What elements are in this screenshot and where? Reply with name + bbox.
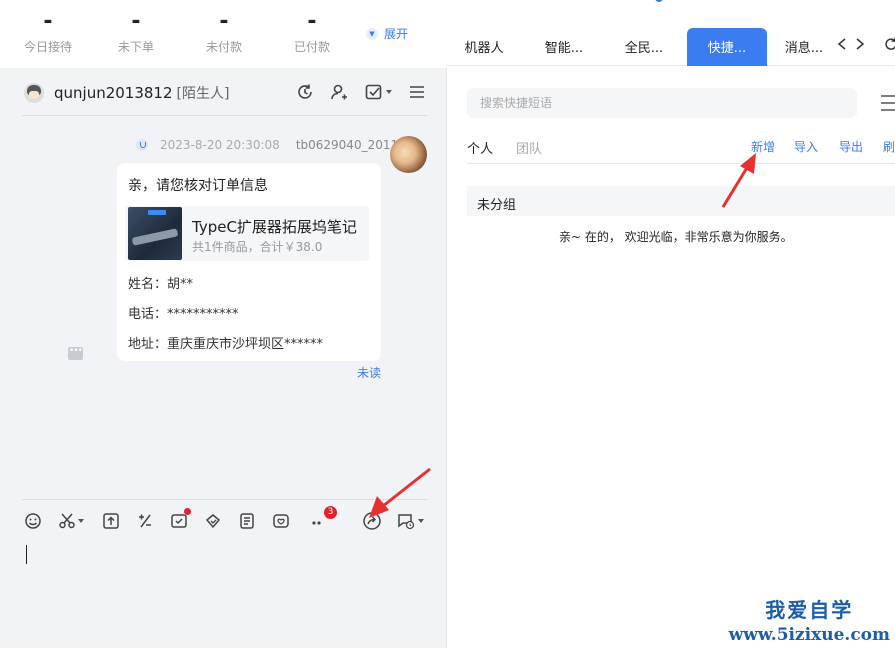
quick-phrase-search-input[interactable] — [467, 88, 857, 118]
tab-navigation — [837, 36, 895, 56]
stat-unpaid[interactable]: - 未付款 — [189, 10, 259, 55]
message-sender: tb0629040_2011 — [295, 138, 399, 152]
product-summary: 共1件商品，合计￥38.0 — [192, 240, 323, 254]
stat-today-received[interactable]: - 今日接待 — [13, 10, 83, 55]
stat-paid[interactable]: - 已付款 — [277, 10, 347, 55]
order-confirm-message: 亲，请您核对订单信息 TypeC扩展器拓展坞笔记 共1件商品，合计￥38.0 姓… — [117, 163, 381, 361]
chat-settings-icon[interactable] — [396, 510, 424, 532]
order-phone: 电话：*********** — [128, 307, 239, 322]
product-card[interactable]: TypeC扩展器拓展坞笔记 共1件商品，合计￥38.0 — [125, 206, 369, 261]
message-meta: 2023-8-20 20:30:08 tb0629040_2011 — [136, 138, 398, 152]
scissors-icon[interactable] — [58, 510, 84, 532]
stat-value: - — [307, 9, 317, 34]
more-dots-icon[interactable]: ••• — [68, 347, 83, 360]
order-name: 姓名：胡** — [128, 277, 194, 292]
phrase-scope-tabs: 个人 团队 新增 导入 导出 刷 — [467, 130, 895, 164]
tab-all[interactable]: 全民... — [619, 28, 669, 66]
watermark-cn: 我爱自学 — [765, 598, 854, 622]
tab-robot[interactable]: 机器人 — [459, 28, 509, 66]
subtab-team[interactable]: 团队 — [516, 138, 542, 157]
input-toolbar: 3 — [22, 506, 432, 534]
upload-icon[interactable] — [102, 510, 120, 532]
notification-dot — [184, 508, 191, 515]
stat-value: - — [43, 9, 53, 34]
chevron-down-icon: ▼ — [366, 27, 378, 40]
tag-icon[interactable] — [204, 510, 222, 532]
user-add-icon[interactable] — [329, 82, 349, 102]
coupon-icon[interactable] — [170, 508, 191, 532]
stat-label: 未付款 — [205, 40, 242, 54]
stat-label: 未下单 — [117, 40, 154, 54]
forward-icon[interactable] — [362, 510, 382, 532]
product-thumbnail — [128, 207, 182, 260]
site-watermark: 我爱自学 www.5izixue.com — [729, 594, 890, 645]
stat-value: - — [219, 9, 229, 34]
chat-username[interactable]: qunjun2013812 — [54, 84, 173, 102]
assistant-pane: 机器人 智能... 全民... 快捷... 消息... 个人 团队 新增 导入 … — [447, 0, 895, 648]
caret-down-icon — [386, 90, 392, 94]
tool-tabs: 机器人 智能... 全民... 快捷... 消息... — [447, 28, 895, 66]
stats-bar: - 今日接待 - 未下单 - 未付款 - 已付款 ▼ 展开 — [0, 0, 447, 68]
order-list-icon[interactable] — [238, 510, 256, 532]
subtab-personal[interactable]: 个人 — [467, 138, 493, 157]
list-menu-icon[interactable] — [881, 94, 895, 112]
phrase-group-header[interactable]: 未分组 — [467, 186, 895, 216]
chevron-right-icon[interactable] — [855, 38, 865, 54]
quick-phrase-item[interactable]: 亲~ 在的， 欢迎光临，非常乐意为你服务。 — [559, 228, 793, 245]
history-icon[interactable] — [295, 82, 315, 102]
emoji-icon[interactable] — [24, 510, 42, 532]
divider — [22, 499, 427, 500]
expand-label: 展开 — [384, 27, 409, 41]
message-time: 2023-8-20 20:30:08 — [160, 138, 280, 152]
refresh-icon[interactable] — [883, 36, 895, 56]
user-tag: [陌生人] — [176, 85, 230, 102]
more-icon[interactable]: 3 — [310, 506, 337, 532]
tab-messages[interactable]: 消息... — [779, 28, 829, 66]
order-address: 地址：重庆重庆市沙坪坝区****** — [128, 337, 324, 352]
indicator-dot — [655, 0, 663, 2]
stat-not-ordered[interactable]: - 未下单 — [101, 10, 171, 55]
chat-header: qunjun2013812 [陌生人] — [22, 70, 427, 116]
caret-down-icon — [418, 519, 424, 523]
caret-down-icon — [78, 519, 84, 523]
favorite-icon[interactable] — [272, 510, 290, 532]
stat-label: 今日接待 — [23, 40, 72, 54]
expand-stats-button[interactable]: ▼ 展开 — [366, 25, 408, 42]
group-name: 未分组 — [477, 198, 517, 213]
read-status: 未读 — [357, 366, 382, 380]
sender-avatar[interactable] — [390, 136, 427, 173]
watermark-url: www.5izixue.com — [728, 625, 890, 645]
tab-quick-phrases[interactable]: 快捷... — [687, 28, 767, 66]
message-title: 亲，请您核对订单信息 — [128, 178, 268, 194]
user-avatar-icon[interactable] — [24, 82, 44, 103]
tab-smart[interactable]: 智能... — [539, 28, 589, 66]
import-button[interactable]: 导入 — [794, 138, 818, 155]
stat-value: - — [131, 9, 141, 34]
task-check-icon[interactable] — [363, 82, 393, 102]
discount-icon[interactable] — [136, 510, 154, 532]
add-phrase-button[interactable]: 新增 — [751, 138, 775, 155]
menu-icon[interactable] — [407, 82, 427, 102]
header-actions — [295, 82, 427, 102]
chat-pane: - 今日接待 - 未下单 - 未付款 - 已付款 ▼ 展开 qunjun2013… — [0, 0, 447, 648]
product-name: TypeC扩展器拓展坞笔记 — [192, 218, 357, 236]
chevron-left-icon[interactable] — [837, 38, 847, 54]
more-badge: 3 — [324, 506, 337, 519]
refresh-button[interactable]: 刷 — [883, 138, 895, 155]
export-button[interactable]: 导出 — [839, 138, 863, 155]
stat-label: 已付款 — [293, 40, 330, 54]
shield-icon — [136, 139, 148, 151]
